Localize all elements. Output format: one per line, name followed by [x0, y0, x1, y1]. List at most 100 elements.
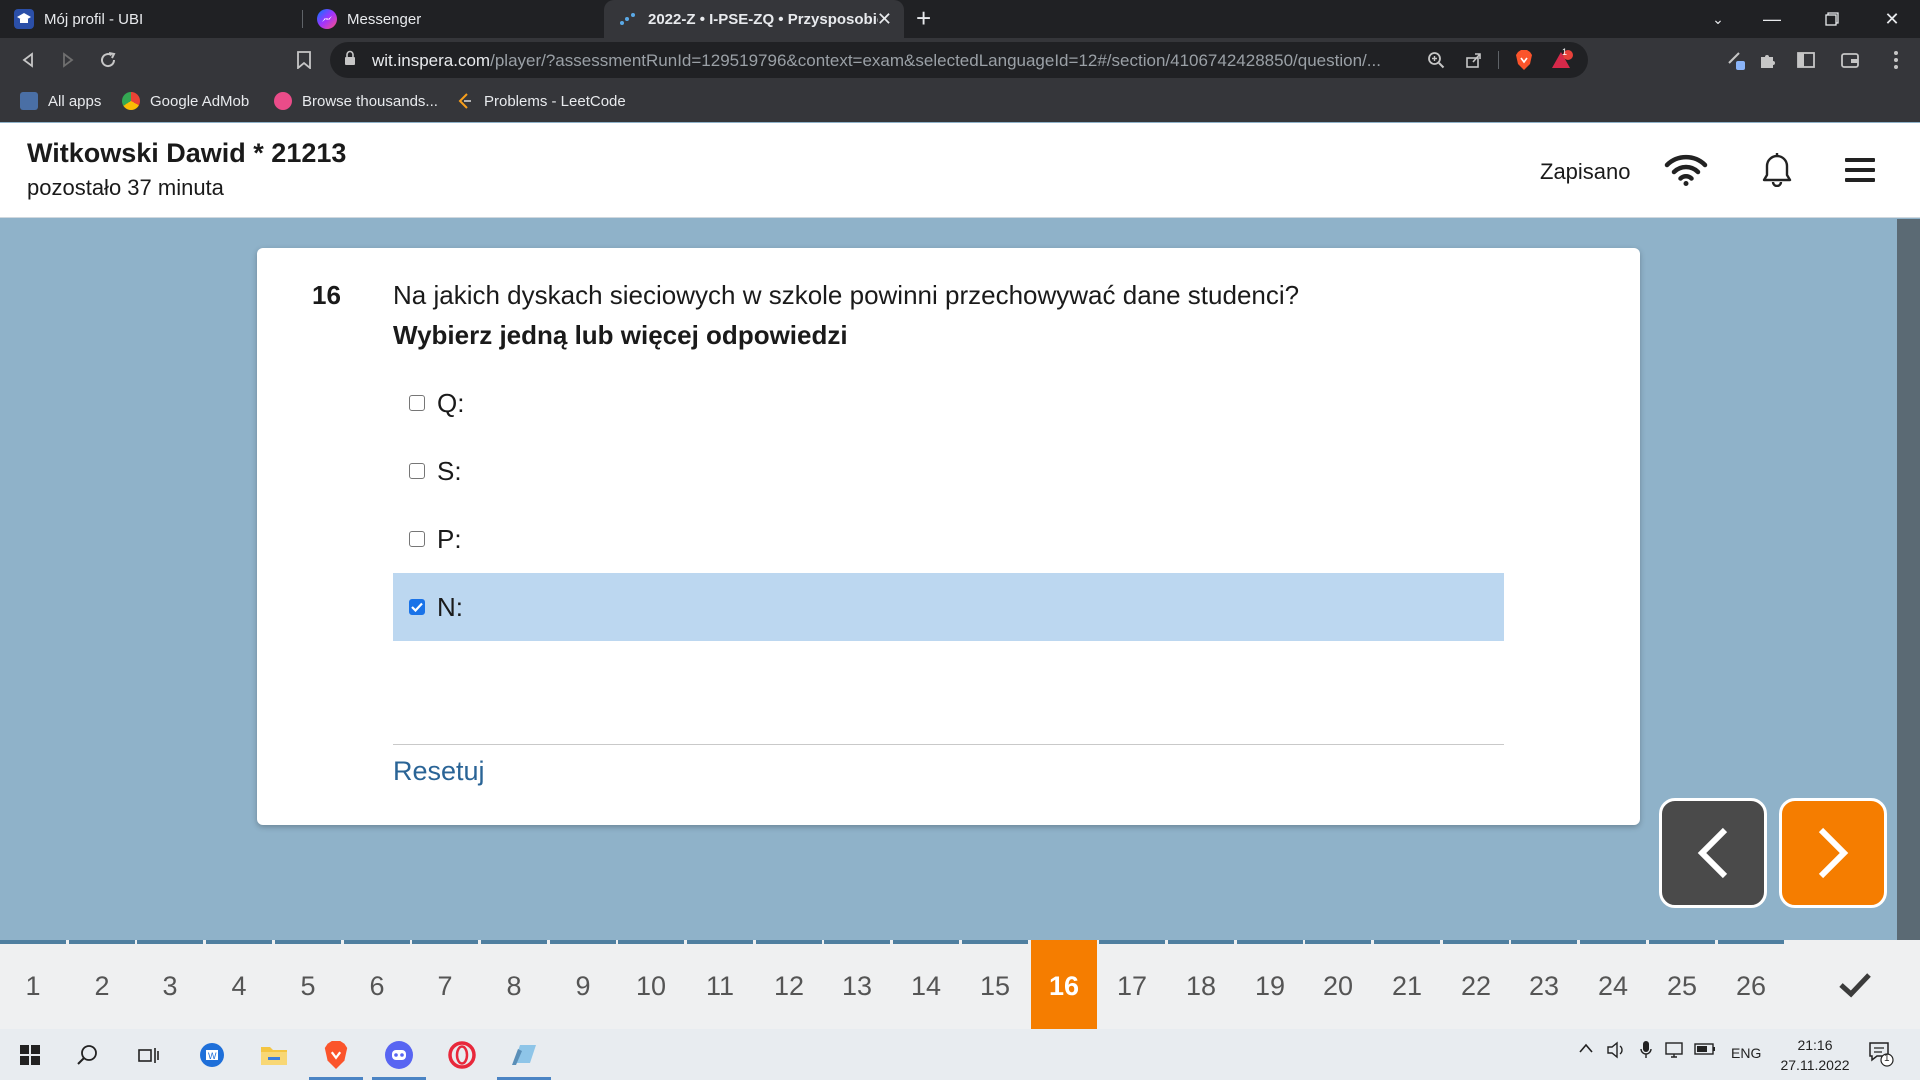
question-nav-item[interactable]: 19: [1237, 940, 1303, 1029]
forward-button[interactable]: [52, 44, 84, 76]
new-tab-button[interactable]: +: [916, 3, 931, 34]
brave-browser-icon: [324, 1040, 348, 1069]
question-nav-item[interactable]: 20: [1305, 940, 1371, 1029]
system-clock[interactable]: 21:16 27.11.2022: [1760, 1035, 1870, 1075]
folder-icon: [261, 1046, 287, 1065]
battery-icon[interactable]: [1694, 1042, 1716, 1060]
extension-pen-icon[interactable]: [1720, 44, 1752, 76]
action-center-icon[interactable]: 1: [1868, 1041, 1894, 1071]
question-nav-item[interactable]: 23: [1511, 940, 1577, 1029]
question-nav-item[interactable]: 3: [137, 940, 203, 1029]
question-nav-item[interactable]: 26: [1718, 940, 1784, 1029]
notification-count: 1: [1884, 1053, 1890, 1064]
checkmark-icon: [411, 602, 423, 612]
microphone-icon[interactable]: [1640, 1040, 1652, 1064]
browser-menu-icon[interactable]: [1880, 44, 1912, 76]
question-nav-item[interactable]: 10: [618, 940, 684, 1029]
answer-option-q[interactable]: Q:: [393, 369, 1504, 437]
input-language[interactable]: ENG: [1731, 1045, 1761, 1061]
answer-option-n[interactable]: N:: [393, 573, 1504, 641]
question-nav-item[interactable]: 6: [344, 940, 410, 1029]
minimize-button[interactable]: —: [1746, 0, 1798, 38]
task-view-button[interactable]: [118, 1029, 178, 1080]
taskbar-file-explorer[interactable]: [244, 1029, 304, 1080]
share-icon[interactable]: [1460, 46, 1488, 74]
answer-option-s[interactable]: S:: [393, 437, 1504, 505]
chevron-right-icon: [1818, 827, 1849, 879]
question-nav-item[interactable]: 14: [893, 940, 959, 1029]
bookmark-label: Browse thousands...: [302, 92, 438, 110]
answer-checkbox[interactable]: [409, 395, 425, 411]
previous-question-button[interactable]: [1659, 798, 1767, 908]
question-nav-item[interactable]: 22: [1443, 940, 1509, 1029]
question-nav-item[interactable]: 25: [1649, 940, 1715, 1029]
question-nav-item[interactable]: 24: [1580, 940, 1646, 1029]
wallet-icon[interactable]: [1834, 44, 1866, 76]
apps-icon: [20, 92, 38, 110]
question-nav-item-current[interactable]: 16: [1031, 940, 1097, 1029]
tray-chevron-up-icon[interactable]: [1578, 1041, 1594, 1058]
reset-link[interactable]: Resetuj: [393, 756, 485, 787]
question-nav-item[interactable]: 2: [69, 940, 135, 1029]
brave-rewards-icon[interactable]: 1: [1548, 46, 1576, 74]
clock-time: 21:16: [1797, 1037, 1833, 1053]
bookmark-icon[interactable]: [288, 44, 320, 76]
question-nav-item[interactable]: 11: [687, 940, 753, 1029]
question-nav-item[interactable]: 9: [550, 940, 616, 1029]
network-icon[interactable]: [1664, 1041, 1686, 1063]
question-nav-item[interactable]: 21: [1374, 940, 1440, 1029]
question-nav-item[interactable]: 4: [206, 940, 272, 1029]
bookmark-browse-thousands[interactable]: Browse thousands...: [274, 92, 438, 110]
question-nav-item[interactable]: 7: [412, 940, 478, 1029]
address-bar[interactable]: wit.inspera.com/player/?assessmentRunId=…: [330, 42, 1588, 78]
submit-checkmark-button[interactable]: [1790, 940, 1920, 1029]
page-scrollbar[interactable]: [1897, 219, 1920, 941]
taskbar-search-button[interactable]: [58, 1029, 118, 1080]
tab-inspera-exam[interactable]: 2022-Z • I-PSE-ZQ • Przysposobie ✕: [604, 0, 904, 38]
brave-shields-icon[interactable]: [1510, 46, 1538, 74]
menu-hamburger-icon[interactable]: [1837, 147, 1883, 193]
taskbar-brave[interactable]: [306, 1029, 366, 1080]
restore-button[interactable]: [1806, 0, 1858, 38]
question-nav-item[interactable]: 12: [756, 940, 822, 1029]
question-nav-item[interactable]: 13: [824, 940, 890, 1029]
sidebar-icon[interactable]: [1790, 44, 1822, 76]
answer-checkbox[interactable]: [409, 463, 425, 479]
next-question-button[interactable]: [1779, 798, 1887, 908]
answer-label: P:: [437, 523, 462, 554]
question-nav-item[interactable]: 15: [962, 940, 1028, 1029]
taskbar-discord[interactable]: [369, 1029, 429, 1080]
notifications-bell-icon[interactable]: [1754, 147, 1800, 193]
tab-moj-profil[interactable]: Mój profil - UBI: [0, 0, 302, 38]
bookmark-leetcode[interactable]: Problems - LeetCode: [456, 92, 626, 110]
reload-button[interactable]: [92, 44, 124, 76]
zoom-icon[interactable]: [1422, 46, 1450, 74]
answer-checkbox-checked[interactable]: [409, 599, 425, 615]
taskbar-opera[interactable]: [432, 1029, 492, 1080]
answer-option-p[interactable]: P:: [393, 505, 1504, 573]
question-nav-item[interactable]: 8: [481, 940, 547, 1029]
taskbar-snipping-tool[interactable]: [494, 1029, 554, 1080]
card-divider: [393, 744, 1504, 745]
close-tab-icon[interactable]: ✕: [877, 9, 892, 30]
tab-messenger[interactable]: Messenger: [303, 0, 601, 38]
back-button[interactable]: [12, 44, 44, 76]
extensions-puzzle-icon[interactable]: [1752, 44, 1784, 76]
question-nav-item[interactable]: 5: [275, 940, 341, 1029]
volume-icon[interactable]: [1606, 1041, 1626, 1063]
task-view-icon: [138, 1047, 159, 1063]
word-app-icon: W: [200, 1042, 224, 1067]
messenger-icon: [317, 9, 337, 29]
rewards-badge: 1: [1562, 47, 1568, 57]
start-button[interactable]: [0, 1029, 60, 1080]
question-nav-item[interactable]: 1: [0, 940, 66, 1029]
bookmark-google-admob[interactable]: Google AdMob: [122, 92, 249, 110]
answer-checkbox[interactable]: [409, 531, 425, 547]
question-nav-item[interactable]: 18: [1168, 940, 1234, 1029]
taskbar-app-word[interactable]: W: [182, 1029, 242, 1080]
windows-logo-icon: [20, 1044, 40, 1065]
close-window-button[interactable]: ✕: [1866, 0, 1918, 38]
tab-search-chevron-icon[interactable]: ⌄: [1692, 0, 1744, 38]
question-nav-item[interactable]: 17: [1099, 940, 1165, 1029]
bookmark-all-apps[interactable]: All apps: [20, 92, 101, 110]
